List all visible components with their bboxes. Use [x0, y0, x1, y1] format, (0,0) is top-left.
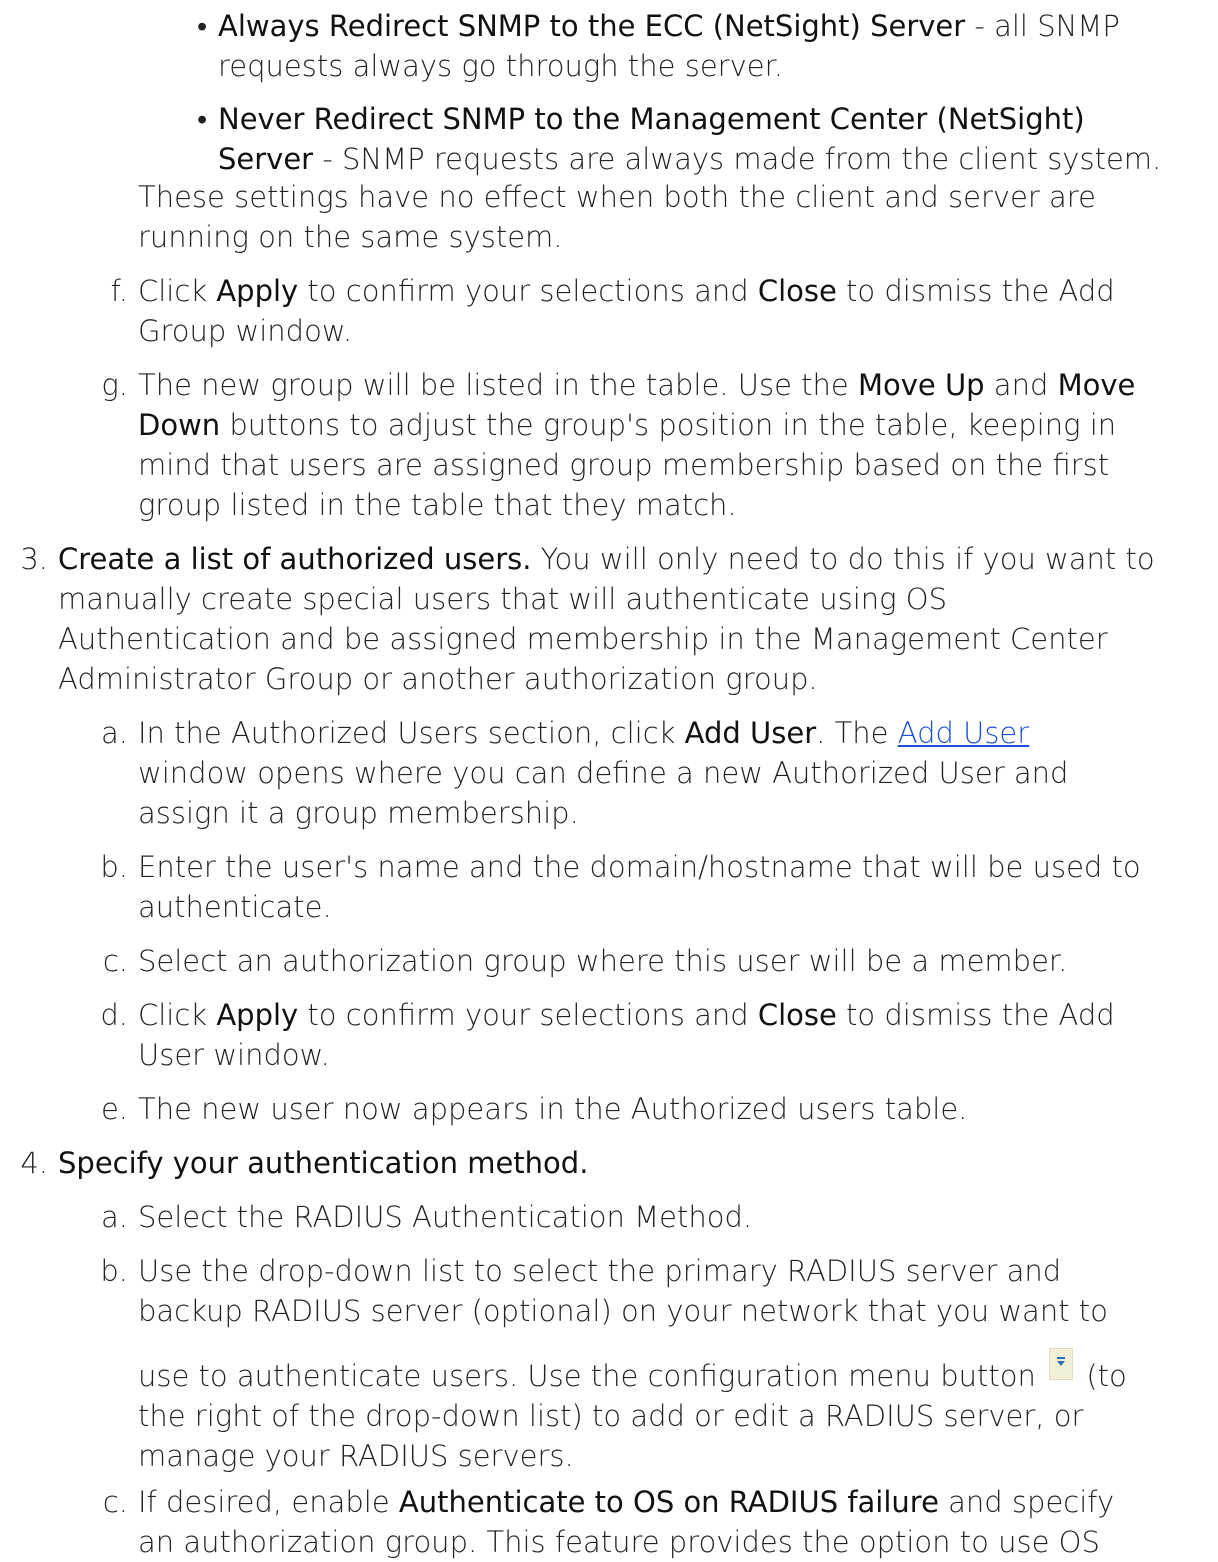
move-down-term: Move	[1057, 368, 1136, 402]
step-heading: Specify your authentication method.	[58, 1146, 589, 1180]
text-line: authenticate.	[138, 890, 332, 924]
text-line: Authentication and be assigned membershi…	[58, 622, 1108, 656]
bullet-marker: •	[197, 9, 208, 43]
text: In the Authorized Users section, click	[138, 716, 685, 750]
step-3b: Enter the user's name and the domain/hos…	[138, 847, 1141, 927]
list-marker: a.	[101, 716, 128, 750]
list-marker: f.	[110, 274, 128, 308]
text: The new group will be listed in the tabl…	[138, 368, 858, 402]
step-heading: Create a list of authorized users.	[58, 542, 532, 576]
step-3c: Select an authorization group where this…	[138, 941, 1067, 981]
move-up-term: Move Up	[857, 368, 985, 402]
text-line: mind that users are assigned group membe…	[138, 448, 1110, 482]
text-line: Enter the user's name and the domain/hos…	[138, 850, 1141, 884]
text-line: Use the drop-down list to select the pri…	[138, 1254, 1062, 1288]
bullet-bold: Never Redirect SNMP to the Management Ce…	[218, 102, 1085, 136]
close-term: Close	[757, 998, 837, 1032]
text-line: assign it a group membership.	[138, 796, 579, 830]
text-line: Administrator Group or another authoriza…	[58, 662, 818, 696]
step-4a: Select the RADIUS Authentication Method.	[138, 1197, 752, 1237]
text: buttons to adjust the group's position i…	[220, 408, 1117, 442]
text: to confirm your selections and	[298, 274, 758, 308]
text: to dismiss the Add	[836, 998, 1115, 1032]
step-4b: Use the drop-down list to select the pri…	[138, 1251, 1108, 1331]
bullet-text: - SNMP requests are always made from the…	[313, 142, 1162, 176]
step-4: Specify your authentication method.	[58, 1143, 588, 1183]
note-line: These settings have no effect when both …	[138, 180, 1096, 214]
list-marker: d.	[100, 998, 128, 1032]
text-line: The new user now appears in the Authoriz…	[138, 1092, 968, 1126]
step-3d: Click Apply to confirm your selections a…	[138, 995, 1115, 1075]
add-user-term: Add User	[684, 716, 817, 750]
bullet-bold: Always Redirect SNMP to the ECC (NetSigh…	[218, 9, 966, 43]
step-number: 4.	[20, 1146, 48, 1180]
apply-term: Apply	[216, 274, 299, 308]
note-line: running on the same system.	[138, 220, 563, 254]
text-line: Select the RADIUS Authentication Method.	[138, 1200, 753, 1234]
text: . The	[816, 716, 898, 750]
text: to confirm your selections and	[298, 998, 758, 1032]
bullet-marker: •	[197, 102, 208, 136]
list-marker: g.	[101, 368, 128, 402]
list-marker: e.	[100, 1092, 128, 1126]
bullet-never-redirect: Never Redirect SNMP to the Management Ce…	[218, 99, 1218, 179]
text: Click	[138, 998, 217, 1032]
text: (to	[1077, 1359, 1127, 1393]
step-number: 3.	[20, 542, 48, 576]
text-line: manage your RADIUS servers.	[138, 1439, 574, 1473]
text-line: an authorization group. This feature pro…	[138, 1525, 1100, 1559]
bullet-text: - all SNMP	[965, 9, 1120, 43]
step-3e: The new user now appears in the Authoriz…	[138, 1089, 967, 1129]
step-g: The new group will be listed in the tabl…	[138, 365, 1135, 525]
text: use to authenticate users. Use the confi…	[138, 1359, 1046, 1393]
text-line: backup RADIUS server (optional) on your …	[138, 1294, 1108, 1328]
text-line: User window.	[138, 1038, 330, 1072]
step-3a: In the Authorized Users section, click A…	[138, 713, 1068, 833]
add-user-link[interactable]: Add User	[898, 716, 1029, 750]
apply-term: Apply	[216, 998, 299, 1032]
text: and specify	[938, 1485, 1115, 1519]
move-down-term-2: Down	[138, 408, 221, 442]
step-f: Click Apply to confirm your selections a…	[138, 271, 1115, 351]
text-line: manually create special users that will …	[58, 582, 948, 616]
list-marker: b.	[100, 1254, 128, 1288]
text-line: the right of the drop-down list) to add …	[138, 1399, 1084, 1433]
bullet-always-redirect: Always Redirect SNMP to the ECC (NetSigh…	[218, 6, 1218, 86]
text: and	[984, 368, 1058, 402]
list-marker: a.	[101, 1200, 128, 1234]
text: to dismiss the Add	[836, 274, 1115, 308]
text-line: window opens where you can define a new …	[138, 756, 1069, 790]
text-line: Select an authorization group where this…	[138, 944, 1068, 978]
bullet-bold-2: Server	[218, 142, 314, 176]
list-marker: b.	[100, 850, 128, 884]
configuration-menu-icon	[1049, 1348, 1074, 1380]
text: You will only need to do this if you wan…	[531, 542, 1155, 576]
text: Click	[138, 274, 217, 308]
text: If desired, enable	[138, 1485, 399, 1519]
text-line: group listed in the table that they matc…	[138, 488, 737, 522]
document-page: • Always Redirect SNMP to the ECC (NetSi…	[0, 0, 1218, 1559]
step-4c: If desired, enable Authenticate to OS on…	[138, 1482, 1114, 1562]
authenticate-os-term: Authenticate to OS on RADIUS failure	[398, 1485, 939, 1519]
step-4b-cont: use to authenticate users. Use the confi…	[138, 1348, 1127, 1476]
settings-note: These settings have no effect when both …	[138, 177, 1096, 257]
close-term: Close	[757, 274, 837, 308]
step-3: Create a list of authorized users. You w…	[58, 539, 1155, 699]
bullet-text-line2: requests always go through the server.	[218, 49, 784, 83]
text-line: Group window.	[138, 314, 353, 348]
list-marker: c.	[102, 944, 128, 978]
list-marker: c.	[102, 1485, 128, 1519]
